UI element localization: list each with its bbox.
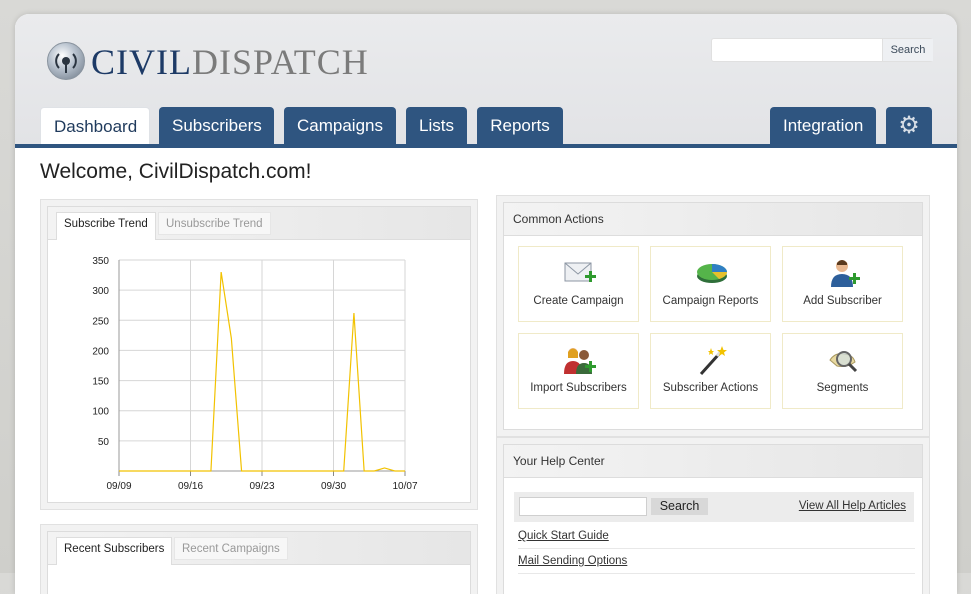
recent-panel-inner: Recent Subscribers Recent Campaigns <box>47 531 471 594</box>
action-label: Subscriber Actions <box>662 382 759 394</box>
logo-dispatch: DISPATCH <box>191 42 369 82</box>
help-search-button[interactable]: Search <box>651 498 708 515</box>
y-tick-label: 50 <box>98 437 110 448</box>
subscribe-trend-chart: 50 100 150 200 250 300 350 09/09 09/16 09/23 09/30… <box>92 256 418 492</box>
y-tick-label: 350 <box>92 256 109 267</box>
tab-recent-campaigns[interactable]: Recent Campaigns <box>174 537 288 560</box>
tab-subscribe-trend[interactable]: Subscribe Trend <box>56 212 156 240</box>
search-input[interactable] <box>712 39 886 63</box>
trend-panel: Subscribe Trend Unsubscribe Trend 50 100 1… <box>40 199 478 510</box>
magnifier-icon <box>829 351 858 373</box>
help-search-bar: Search View All Help Articles <box>514 492 914 522</box>
tab-lists[interactable]: Lists <box>406 107 467 144</box>
action-label: Campaign Reports <box>662 295 759 307</box>
tab-dashboard[interactable]: Dashboard <box>40 107 150 144</box>
help-link-mail-sending[interactable]: Mail Sending Options <box>518 555 627 567</box>
help-divider <box>518 548 915 549</box>
view-all-help-link[interactable]: View All Help Articles <box>799 500 906 512</box>
action-subscriber-actions[interactable]: Subscriber Actions <box>650 333 771 409</box>
tab-subscribers[interactable]: Subscribers <box>159 107 274 144</box>
action-create-campaign[interactable]: Create Campaign <box>518 246 639 322</box>
logo-text: CIVILDISPATCH <box>91 42 369 82</box>
help-divider <box>518 573 915 574</box>
common-actions-inner: Common Actions Create Campaign Campaign … <box>503 202 923 430</box>
action-import-subscribers[interactable]: Import Subscribers <box>518 333 639 409</box>
x-tick-label: 09/16 <box>178 481 203 492</box>
common-actions-head: Common Actions <box>504 203 922 236</box>
nav-divider <box>15 144 957 148</box>
help-center-inner: Your Help Center Search View All Help Ar… <box>503 444 923 594</box>
users-add-icon <box>564 348 596 374</box>
y-tick-label: 250 <box>92 316 109 327</box>
gear-icon[interactable]: ⚙ <box>886 107 932 144</box>
action-label: Add Subscriber <box>803 295 882 307</box>
tab-recent-subscribers[interactable]: Recent Subscribers <box>56 537 173 565</box>
app-frame: CIVILDISPATCH Search Dashboard Subscribe… <box>15 14 957 594</box>
help-link-quick-start[interactable]: Quick Start Guide <box>518 530 609 542</box>
help-center-panel: Your Help Center Search View All Help Ar… <box>496 437 930 594</box>
action-segments[interactable]: Segments <box>782 333 903 409</box>
action-campaign-reports[interactable]: Campaign Reports <box>650 246 771 322</box>
x-tick-label: 09/30 <box>321 481 346 492</box>
logo-civil: CIVIL <box>91 42 192 82</box>
pie-chart-icon <box>697 264 727 283</box>
recent-panel: Recent Subscribers Recent Campaigns <box>40 524 478 594</box>
tab-reports[interactable]: Reports <box>477 107 563 144</box>
welcome-heading: Welcome, CivilDispatch.com! <box>40 160 312 183</box>
x-tick-label: 09/23 <box>249 481 274 492</box>
trend-panel-inner: Subscribe Trend Unsubscribe Trend 50 100 1… <box>47 206 471 503</box>
top-search: Search <box>711 38 933 63</box>
action-label: Create Campaign <box>533 295 624 307</box>
tab-campaigns[interactable]: Campaigns <box>284 107 396 144</box>
magic-wand-icon <box>699 346 727 376</box>
search-button[interactable]: Search <box>882 39 933 61</box>
recent-panel-head: Recent Subscribers Recent Campaigns <box>48 532 470 565</box>
action-label: Segments <box>816 382 869 394</box>
header: CIVILDISPATCH Search Dashboard Subscribe… <box>15 14 957 144</box>
y-tick-label: 150 <box>92 377 109 388</box>
action-label: Import Subscribers <box>530 382 627 394</box>
tab-integration[interactable]: Integration <box>770 107 876 144</box>
x-tick-label: 09/09 <box>106 481 131 492</box>
envelope-add-icon <box>564 262 596 282</box>
common-actions-panel: Common Actions Create Campaign Campaign … <box>496 195 930 437</box>
tab-unsubscribe-trend[interactable]: Unsubscribe Trend <box>158 212 271 235</box>
help-center-head: Your Help Center <box>504 445 922 478</box>
y-tick-label: 100 <box>92 407 109 418</box>
trend-panel-head: Subscribe Trend Unsubscribe Trend <box>48 207 470 240</box>
common-actions-title: Common Actions <box>513 212 604 226</box>
action-add-subscriber[interactable]: Add Subscriber <box>782 246 903 322</box>
broadcast-logo-icon <box>47 42 85 80</box>
help-center-title: Your Help Center <box>513 454 605 468</box>
y-tick-label: 200 <box>92 346 109 357</box>
x-tick-label: 10/07 <box>392 481 417 492</box>
help-search-input[interactable] <box>519 497 647 516</box>
user-add-icon <box>831 260 860 287</box>
y-tick-label: 300 <box>92 286 109 297</box>
main-nav: Dashboard Subscribers Campaigns Lists Re… <box>15 107 957 144</box>
